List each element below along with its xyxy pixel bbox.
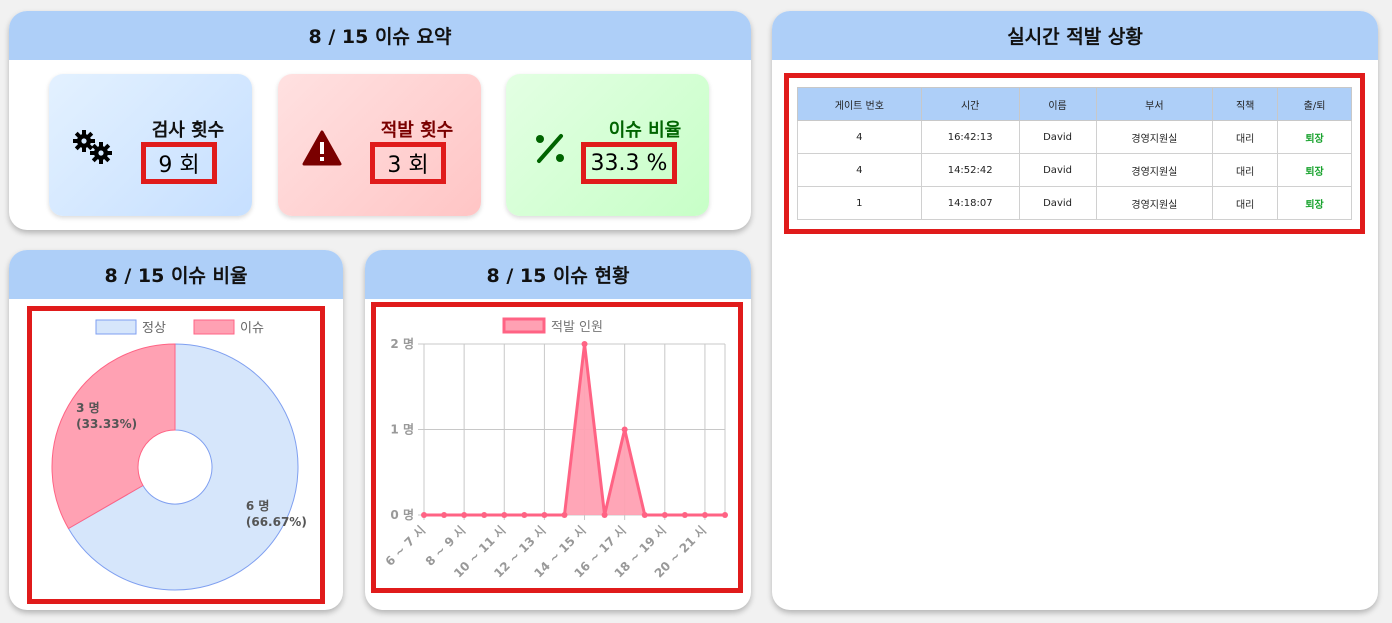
inspection-count-label: 검사 횟수 xyxy=(151,120,225,141)
issue-trend-line-chart: 적발 인원0 명1 명2 명6 ~ 7 시8 ~ 9 시10 ~ 11 시12 … xyxy=(383,317,728,581)
issue-ratio-pie-chart: 정상 이슈 6 명 (66.67%) 3 명 (33.33%) xyxy=(51,319,307,591)
cell-name: David xyxy=(1018,153,1097,187)
col-name: 이름 xyxy=(1018,87,1097,121)
cell-department: 경영지원실 xyxy=(1095,120,1214,154)
table-row[interactable]: 4 14:52:42 David 경영지원실 대리 퇴장 xyxy=(797,153,1352,187)
detection-count-label: 적발 횟수 xyxy=(380,120,454,141)
realtime-detection-panel: 실시간 적발 상황 게이트 번호 시간 이름 부서 직책 출/퇴 4 16:42… xyxy=(772,11,1378,610)
pie-value-label: 6 명 xyxy=(246,499,270,513)
cell-position: 대리 xyxy=(1212,120,1279,154)
data-point[interactable] xyxy=(461,512,468,518)
inspection-count-value: 9 회 xyxy=(141,142,217,184)
issue-ratio-label: 이슈 비율 xyxy=(608,120,682,141)
cell-position: 대리 xyxy=(1212,186,1279,220)
issue-ratio-card: 이슈 비율 33.3 % xyxy=(506,74,709,216)
summary-title: 8 / 15 이슈 요약 xyxy=(9,11,751,60)
legend-label: 정상 xyxy=(142,321,166,336)
detection-count-value: 3 회 xyxy=(370,142,446,184)
realtime-title: 실시간 적발 상황 xyxy=(772,11,1378,60)
data-point[interactable] xyxy=(481,512,488,518)
legend-label: 적발 인원 xyxy=(551,320,603,335)
legend-swatch xyxy=(502,317,546,334)
col-position: 직책 xyxy=(1212,87,1279,121)
col-gate: 게이트 번호 xyxy=(797,87,922,121)
cell-gate: 1 xyxy=(797,186,922,220)
cell-in-out: 퇴장 xyxy=(1277,186,1352,220)
issue-summary-panel: 8 / 15 이슈 요약 검사 횟수 9 회 적발 횟수 3 회 이슈 비율 3… xyxy=(9,11,751,230)
legend-label: 이슈 xyxy=(240,321,264,336)
data-point[interactable] xyxy=(521,512,528,518)
detection-count-card: 적발 횟수 3 회 xyxy=(278,74,481,216)
legend-swatch xyxy=(193,319,235,335)
table-row[interactable]: 1 14:18:07 David 경영지원실 대리 퇴장 xyxy=(797,186,1352,220)
data-point[interactable] xyxy=(681,512,688,518)
cell-time: 16:42:13 xyxy=(920,120,1020,154)
data-point[interactable] xyxy=(581,341,588,347)
y-tick-label: 2 명 xyxy=(390,337,414,351)
cell-position: 대리 xyxy=(1212,153,1279,187)
cell-in-out: 퇴장 xyxy=(1277,120,1352,154)
cell-name: David xyxy=(1018,186,1097,220)
table-row[interactable]: 4 16:42:13 David 경영지원실 대리 퇴장 xyxy=(797,120,1352,154)
data-point[interactable] xyxy=(541,512,548,518)
issue-trend-panel: 8 / 15 이슈 현황 적발 인원 0 명1 명2 명6 ~ 7 시8 ~ 9 … xyxy=(365,250,751,610)
x-tick-label: 6 ~ 7 시 xyxy=(383,523,428,568)
data-point[interactable] xyxy=(441,512,448,518)
cell-time: 14:52:42 xyxy=(920,153,1020,187)
cell-gate: 4 xyxy=(797,120,922,154)
detection-table: 게이트 번호 시간 이름 부서 직책 출/퇴 4 16:42:13 David … xyxy=(797,87,1352,220)
pie-value-label: 3 명 xyxy=(76,401,100,415)
data-point[interactable] xyxy=(601,512,608,518)
data-point[interactable] xyxy=(561,512,568,518)
issue-ratio-value: 33.3 % xyxy=(581,142,677,184)
gears-icon xyxy=(73,130,112,164)
warning-icon xyxy=(302,130,342,166)
cell-gate: 4 xyxy=(797,153,922,187)
table-header-row: 게이트 번호 시간 이름 부서 직책 출/퇴 xyxy=(797,87,1352,121)
cell-in-out: 퇴장 xyxy=(1277,153,1352,187)
y-tick-label: 1 명 xyxy=(390,423,414,437)
data-point[interactable] xyxy=(421,512,427,518)
y-tick-label: 0 명 xyxy=(390,508,414,522)
cell-department: 경영지원실 xyxy=(1095,153,1214,187)
inspection-count-card: 검사 횟수 9 회 xyxy=(49,74,252,216)
col-time: 시간 xyxy=(920,87,1020,121)
data-point[interactable] xyxy=(641,512,648,518)
pie-percent-label: (66.67%) xyxy=(246,515,307,529)
data-point[interactable] xyxy=(661,512,668,518)
data-point[interactable] xyxy=(701,512,708,518)
cell-name: David xyxy=(1018,120,1097,154)
cell-time: 14:18:07 xyxy=(920,186,1020,220)
data-point[interactable] xyxy=(501,512,508,518)
col-department: 부서 xyxy=(1095,87,1214,121)
percent-icon xyxy=(536,134,564,163)
col-in-out: 출/퇴 xyxy=(1277,87,1352,121)
pie-percent-label: (33.33%) xyxy=(76,417,137,431)
data-point[interactable] xyxy=(621,426,628,433)
legend-swatch xyxy=(95,319,137,335)
issue-ratio-panel: 8 / 15 이슈 비율 정상 이슈 6 명 (66.67%) 3 명 (33.33%) xyxy=(9,250,343,610)
cell-department: 경영지원실 xyxy=(1095,186,1214,220)
data-point[interactable] xyxy=(722,512,728,518)
